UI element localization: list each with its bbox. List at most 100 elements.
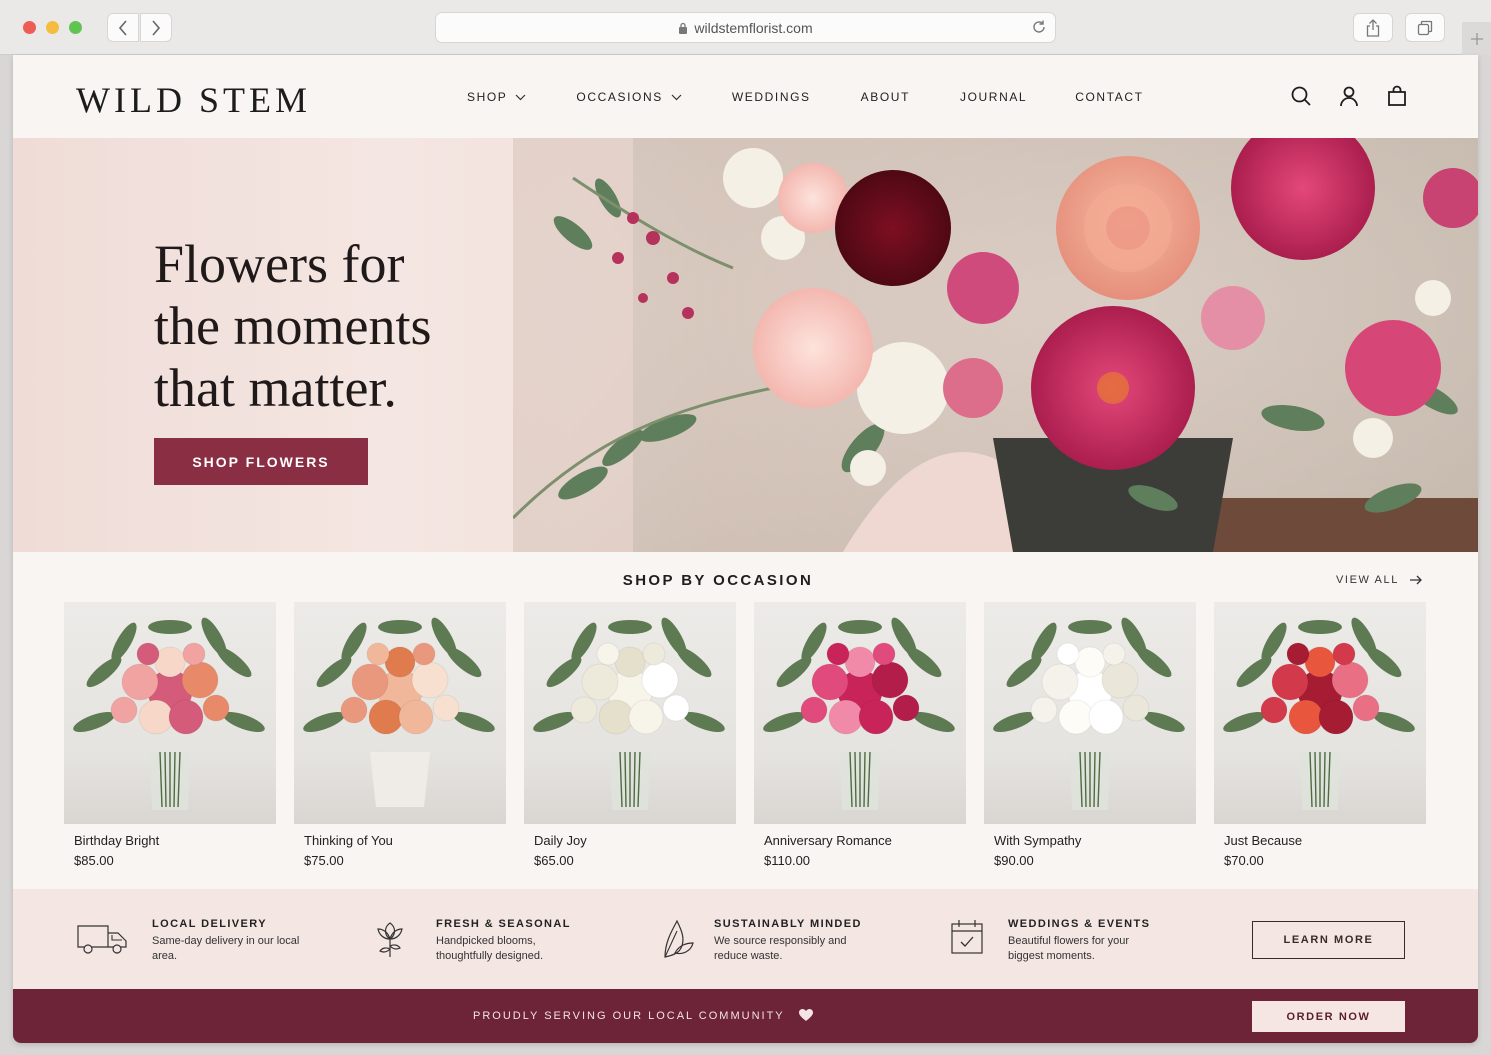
share-icon <box>1366 18 1380 37</box>
nav-item-label: JOURNAL <box>960 90 1028 104</box>
product-card[interactable]: Anniversary Romance $110.00 <box>754 602 966 868</box>
community-tagline-text: PROUDLY SERVING OUR LOCAL COMMUNITY <box>473 1009 785 1022</box>
browser-toolbar: wildstemflorist.com <box>0 0 1491 55</box>
product-price: $110.00 <box>764 853 811 868</box>
site-logo[interactable]: WILD STEM <box>76 79 311 121</box>
forward-button[interactable] <box>140 13 172 42</box>
chevron-left-icon <box>118 19 127 36</box>
product-price: $90.00 <box>994 853 1034 868</box>
main-navigation: SHOP OCCASIONS WEDDINGS ABOUT JOURNAL CONTACT <box>467 90 1144 104</box>
lock-icon <box>678 22 688 34</box>
product-price: $85.00 <box>74 853 114 868</box>
back-button[interactable] <box>107 13 139 42</box>
close-window-button[interactable] <box>23 21 36 34</box>
account-icon[interactable] <box>1338 85 1360 107</box>
hero-bouquet-image <box>513 138 1478 552</box>
nav-item-occasions[interactable]: OCCASIONS <box>576 90 682 104</box>
url-text: wildstemflorist.com <box>694 19 813 36</box>
chevron-down-icon <box>515 94 526 100</box>
share-button[interactable] <box>1353 13 1393 42</box>
product-price: $70.00 <box>1224 853 1264 868</box>
feature-description: We source responsibly and reduce waste. <box>714 935 847 962</box>
nav-item-label: OCCASIONS <box>576 90 663 104</box>
community-tagline: PROUDLY SERVING OUR LOCAL COMMUNITY <box>473 1009 813 1022</box>
bouquet-illustration <box>73 617 265 810</box>
product-card[interactable]: Thinking of You $75.00 <box>294 602 506 868</box>
product-card[interactable]: Birthday Bright $85.00 <box>64 602 276 868</box>
site-header: WILD STEM SHOP OCCASIONS WEDDINGS ABOUT JOUR… <box>13 55 1478 138</box>
nav-item-journal[interactable]: JOURNAL <box>960 90 1027 104</box>
nav-item-shop[interactable]: SHOP <box>467 90 526 104</box>
hero-headline-line: that matter. <box>154 358 397 418</box>
bouquet-illustration <box>533 617 725 810</box>
flower-icon <box>374 919 406 964</box>
product-name[interactable]: With Sympathy <box>994 833 1196 848</box>
search-icon[interactable] <box>1290 85 1312 107</box>
bouquet-illustration <box>303 617 495 807</box>
nav-item-label: WEDDINGS <box>731 90 811 104</box>
feature-description: Beautiful flowers for your biggest momen… <box>1008 935 1130 962</box>
feature-title: WEDDINGS & EVENTS <box>1008 918 1151 930</box>
product-name[interactable]: Daily Joy <box>534 833 736 848</box>
reload-icon[interactable] <box>1031 19 1047 38</box>
web-page: WILD STEM SHOP OCCASIONS WEDDINGS ABOUT JOUR… <box>13 55 1478 1043</box>
calendar-icon <box>950 919 984 960</box>
product-image[interactable] <box>754 602 966 824</box>
zoom-window-button[interactable] <box>69 21 82 34</box>
learn-more-button[interactable]: LEARN MORE <box>1252 921 1405 959</box>
header-actions <box>1290 85 1408 107</box>
product-image[interactable] <box>984 602 1196 824</box>
hero-headline: Flowers for the moments that matter. <box>154 233 554 419</box>
product-image[interactable] <box>64 602 276 824</box>
occasion-section-title: SHOP BY OCCASION <box>622 572 814 589</box>
nav-item-label: ABOUT <box>860 90 910 104</box>
product-name[interactable]: Thinking of You <box>304 833 506 848</box>
new-tab-button[interactable] <box>1462 22 1491 55</box>
nav-item-weddings[interactable]: WEDDINGS <box>732 90 811 104</box>
feature-title: FRESH & SEASONAL <box>436 918 571 930</box>
product-image[interactable] <box>524 602 736 824</box>
feature-description: Handpicked blooms, thoughtfully designed… <box>436 935 544 962</box>
bouquet-illustration <box>993 617 1185 810</box>
product-image[interactable] <box>1214 602 1426 824</box>
chevron-down-icon <box>671 94 682 100</box>
view-all-link[interactable]: VIEW ALL <box>1336 574 1423 586</box>
product-card[interactable]: Daily Joy $65.00 <box>524 602 736 868</box>
product-card[interactable]: Just Because $70.00 <box>1214 602 1426 868</box>
heart-icon <box>798 1009 813 1021</box>
nav-item-label: SHOP <box>467 90 508 104</box>
order-now-button[interactable]: ORDER NOW <box>1252 1001 1405 1032</box>
product-image[interactable] <box>294 602 506 824</box>
feature-title: LOCAL DELIVERY <box>152 918 267 930</box>
community-banner: PROUDLY SERVING OUR LOCAL COMMUNITY ORDE… <box>13 989 1478 1043</box>
bouquet-illustration <box>763 617 955 810</box>
delivery-truck-icon <box>76 921 128 960</box>
product-name[interactable]: Birthday Bright <box>74 833 276 848</box>
hero-headline-line: the moments <box>154 296 432 356</box>
minimize-window-button[interactable] <box>46 21 59 34</box>
product-price: $75.00 <box>304 853 344 868</box>
bag-icon[interactable] <box>1386 85 1408 107</box>
chevron-right-icon <box>152 19 161 36</box>
arrow-right-icon <box>1409 575 1422 585</box>
plus-icon <box>1470 32 1483 45</box>
product-price: $65.00 <box>534 853 574 868</box>
leaf-icon <box>661 919 695 964</box>
bouquet-illustration <box>1223 617 1415 810</box>
product-name[interactable]: Anniversary Romance <box>764 833 966 848</box>
shop-flowers-button[interactable]: SHOP FLOWERS <box>154 438 368 485</box>
occasion-product-list: Birthday Bright $85.00 Thinking of You $75.… <box>64 602 1426 868</box>
features-strip: LOCAL DELIVERY Same-day delivery in our … <box>13 889 1478 989</box>
product-card[interactable]: With Sympathy $90.00 <box>984 602 1196 868</box>
nav-item-about[interactable]: ABOUT <box>861 90 910 104</box>
nav-item-contact[interactable]: CONTACT <box>1075 90 1143 104</box>
tabs-icon <box>1417 20 1433 35</box>
address-bar[interactable]: wildstemflorist.com <box>435 12 1056 43</box>
hero-banner: Flowers for the moments that matter. SHOP … <box>13 138 1478 552</box>
tab-overview-button[interactable] <box>1405 13 1445 42</box>
nav-item-label: CONTACT <box>1075 90 1144 104</box>
hero-headline-line: Flowers for <box>154 234 405 294</box>
view-all-label: VIEW ALL <box>1336 574 1399 586</box>
product-name[interactable]: Just Because <box>1224 833 1426 848</box>
feature-description: Same-day delivery in our local area. <box>152 935 300 962</box>
